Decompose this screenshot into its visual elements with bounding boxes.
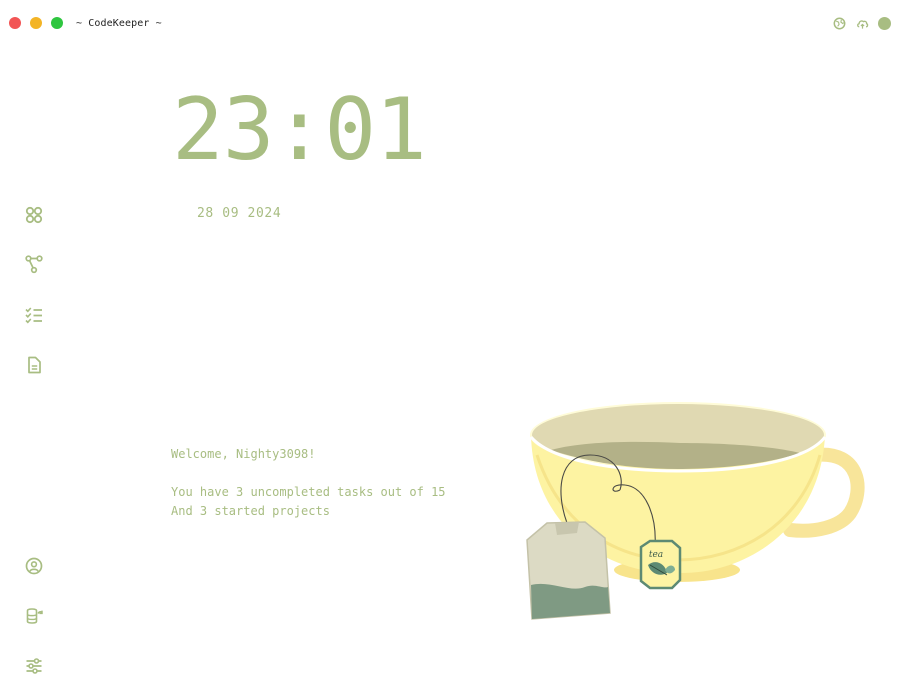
tasks-summary: You have 3 uncompleted tasks out of 15 xyxy=(171,485,446,499)
close-window-button[interactable] xyxy=(9,17,21,29)
document-icon[interactable] xyxy=(24,355,44,375)
minimize-window-button[interactable] xyxy=(30,17,42,29)
apps-grid-icon[interactable] xyxy=(24,205,44,225)
sliders-icon[interactable] xyxy=(24,656,44,676)
database-sync-icon[interactable] xyxy=(24,606,44,626)
tea-tag-text: tea xyxy=(649,550,663,560)
maximize-window-button[interactable] xyxy=(51,17,63,29)
app-title: ~ CodeKeeper ~ xyxy=(76,18,162,29)
cloud-upload-icon[interactable] xyxy=(856,17,869,30)
welcome-message: Welcome, Nighty3098! xyxy=(171,447,316,461)
user-circle-icon[interactable] xyxy=(24,556,44,576)
clock-date: 28 09 2024 xyxy=(197,206,282,221)
tea-cup-illustration: tea xyxy=(526,402,865,620)
git-branch-icon[interactable] xyxy=(24,254,44,274)
clock-time: 23:01 xyxy=(172,80,427,180)
tea-bag xyxy=(526,521,611,620)
tea-tag: tea xyxy=(639,539,682,590)
checklist-icon[interactable] xyxy=(24,305,44,325)
status-dot[interactable] xyxy=(878,17,891,30)
globe-icon[interactable] xyxy=(833,17,846,30)
title-bar: ~ CodeKeeper ~ xyxy=(0,0,900,46)
projects-summary: And 3 started projects xyxy=(171,504,330,518)
